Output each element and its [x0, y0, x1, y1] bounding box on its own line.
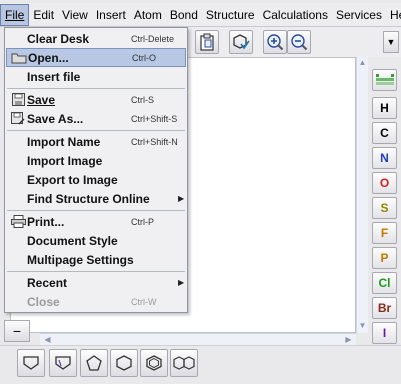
menu-item-print[interactable]: Print... Ctrl-P [6, 212, 186, 231]
element-symbol: F [380, 226, 389, 240]
element-o-button[interactable]: O [372, 172, 397, 194]
printer-icon [10, 214, 26, 228]
element-i-button[interactable]: I [372, 322, 397, 344]
menu-item-import-name[interactable]: Import Name Ctrl+Shift-N [6, 132, 186, 151]
element-p-button[interactable]: P [372, 247, 397, 269]
element-h-button[interactable]: H [372, 97, 397, 119]
ring-templates-toolbar [0, 345, 401, 384]
menu-separator [7, 88, 185, 89]
periodic-table-icon[interactable] [372, 69, 397, 91]
menu-view[interactable]: View [58, 4, 92, 26]
floppy-disk-icon [10, 92, 26, 106]
clean-structure-icon[interactable] [229, 30, 253, 54]
element-symbol: S [380, 201, 389, 215]
menu-item-clear-desk[interactable]: Clear Desk Ctrl-Delete [6, 29, 186, 48]
cyclobutane-ring-icon[interactable] [49, 349, 77, 377]
benzene-ring-icon[interactable] [140, 349, 168, 377]
menu-item-export-to-image[interactable]: Export to Image [6, 170, 186, 189]
zoom-out-icon[interactable] [287, 30, 311, 54]
menu-insert[interactable]: Insert [92, 4, 130, 26]
element-symbol: H [380, 101, 389, 115]
submenu-arrow-icon: ▶ [178, 278, 185, 287]
file-menu-dropdown: Clear Desk Ctrl-Delete Open... Ctrl-O In… [4, 27, 188, 313]
element-symbol: N [380, 151, 389, 165]
zoom-minus-button[interactable]: − [4, 320, 30, 342]
scroll-down-icon[interactable]: ▼ [357, 320, 368, 331]
element-symbol: O [379, 176, 390, 190]
element-symbol: Br [377, 301, 392, 315]
clipboard-paste-icon[interactable] [195, 30, 219, 54]
element-symbol: I [382, 326, 387, 340]
cyclopropane-ring-icon[interactable] [17, 349, 45, 377]
element-n-button[interactable]: N [372, 147, 397, 169]
menu-edit[interactable]: Edit [29, 4, 58, 26]
menu-separator [7, 130, 185, 131]
menu-help[interactable]: Help [386, 4, 401, 26]
menu-bond[interactable]: Bond [166, 4, 202, 26]
cyclopentane-ring-icon[interactable] [80, 349, 108, 377]
menu-item-insert-file[interactable]: Insert file [6, 67, 186, 86]
element-f-button[interactable]: F [372, 222, 397, 244]
menu-atom[interactable]: Atom [130, 4, 166, 26]
menu-bar: File Edit View Insert Atom Bond Structur… [0, 3, 401, 27]
menu-separator [7, 210, 185, 211]
element-s-button[interactable]: S [372, 197, 397, 219]
menu-item-find-structure-online[interactable]: Find Structure Online ▶ [6, 189, 186, 208]
submenu-arrow-icon: ▶ [178, 194, 185, 203]
menu-item-document-style[interactable]: Document Style [6, 231, 186, 250]
menu-item-multipage-settings[interactable]: Multipage Settings [6, 250, 186, 269]
zoom-in-icon[interactable] [263, 30, 287, 54]
scroll-up-icon[interactable]: ▲ [357, 57, 368, 68]
folder-icon [11, 51, 27, 65]
element-cl-button[interactable]: Cl [372, 272, 397, 294]
menu-item-save-as[interactable]: Save As... Ctrl+Shift-S [6, 109, 186, 128]
chemistry-editor-window: File Edit View Insert Atom Bond Structur… [0, 0, 401, 384]
cyclohexane-ring-icon[interactable] [110, 349, 138, 377]
element-symbol: P [380, 251, 389, 265]
element-symbol: Cl [378, 276, 391, 290]
save-as-icon [10, 111, 26, 125]
menu-structure[interactable]: Structure [202, 4, 259, 26]
element-symbol: C [380, 126, 389, 140]
menu-file[interactable]: File [0, 3, 30, 26]
element-palette: H C N O S F P Cl Br I [369, 57, 401, 347]
menu-services[interactable]: Services [332, 4, 386, 26]
vertical-scrollbar[interactable]: ▲ ▼ [356, 57, 368, 333]
menu-item-open[interactable]: Open... Ctrl-O [6, 48, 186, 67]
menu-item-save[interactable]: Save Ctrl-S [6, 90, 186, 109]
menu-item-close: Close Ctrl-W [27, 294, 157, 309]
element-br-button[interactable]: Br [372, 297, 397, 319]
menu-item-import-image[interactable]: Import Image [6, 151, 186, 170]
scroll-right-icon[interactable]: ▶ [343, 334, 354, 345]
dropdown-arrow-icon[interactable]: ▼ [383, 31, 399, 53]
element-c-button[interactable]: C [372, 122, 397, 144]
menu-item-recent[interactable]: Recent ▶ [6, 273, 186, 292]
menu-separator [7, 271, 185, 272]
horizontal-scrollbar[interactable]: ◀ ▶ [40, 333, 356, 345]
menu-calculations[interactable]: Calculations [259, 4, 332, 26]
naphthalene-ring-icon[interactable] [170, 349, 198, 377]
main-toolbar [186, 27, 401, 57]
scroll-left-icon[interactable]: ◀ [42, 334, 53, 345]
